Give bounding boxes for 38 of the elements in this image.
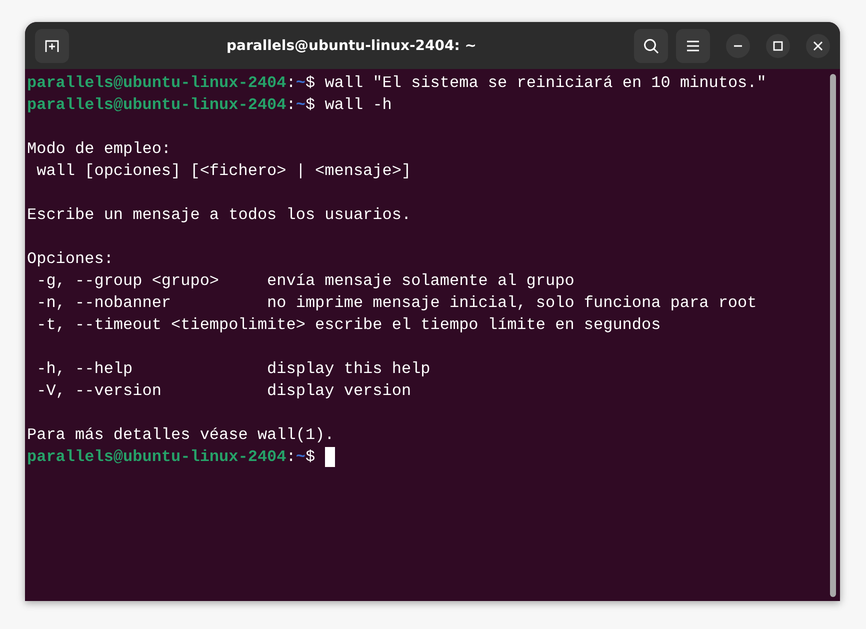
prompt-user-host: parallels@ubuntu-linux-2404 bbox=[27, 73, 286, 94]
search-button[interactable] bbox=[634, 28, 668, 62]
output-text: Modo de empleo: bbox=[27, 139, 172, 160]
menu-icon bbox=[686, 40, 700, 52]
prompt-symbol: $ bbox=[305, 447, 316, 468]
close-button[interactable] bbox=[806, 34, 830, 58]
maximize-button[interactable] bbox=[766, 34, 790, 58]
menu-button[interactable] bbox=[676, 28, 710, 62]
minimize-button[interactable] bbox=[726, 34, 750, 58]
prompt-separator: : bbox=[286, 447, 296, 468]
output-text: wall [opciones] [<fichero> | <mensaje>] bbox=[36, 161, 412, 182]
maximize-icon bbox=[773, 40, 783, 50]
prompt-user-host: parallels@ubuntu-linux-2404 bbox=[27, 447, 286, 468]
command-text: wall "El sistema se reiniciará en 10 minutos." bbox=[324, 73, 766, 94]
output-text: -t, --timeout <tiempolimite> escribe el tiempo límite en segundos bbox=[36, 315, 661, 336]
output-text: Escribe un mensaje a todos los usuarios. bbox=[27, 205, 412, 226]
output-text: Para más detalles véase wall(1). bbox=[27, 425, 334, 446]
new-tab-icon bbox=[44, 38, 60, 52]
minimize-icon bbox=[733, 44, 743, 46]
prompt-separator: : bbox=[286, 95, 296, 116]
output-text: -g, --group <grupo> envía mensaje solamente al grupo bbox=[36, 271, 574, 292]
prompt-user-host: parallels@ubuntu-linux-2404 bbox=[27, 95, 286, 116]
window-title: parallels@ubuntu-linux-2404: ~ bbox=[226, 38, 478, 54]
output-text: Opciones: bbox=[27, 249, 114, 270]
scrollbar[interactable] bbox=[830, 74, 836, 597]
prompt-symbol: $ bbox=[305, 73, 316, 94]
prompt-path: ~ bbox=[296, 447, 306, 468]
close-icon bbox=[813, 40, 823, 50]
prompt-path: ~ bbox=[296, 73, 306, 94]
prompt-path: ~ bbox=[296, 95, 306, 116]
search-icon bbox=[643, 38, 659, 54]
prompt-symbol: $ bbox=[305, 95, 316, 116]
command-text: wall -h bbox=[324, 95, 392, 116]
output-text: -V, --version display version bbox=[36, 381, 412, 402]
output-text: -h, --help display this help bbox=[36, 359, 430, 380]
new-tab-button[interactable] bbox=[35, 28, 69, 62]
prompt-separator: : bbox=[286, 73, 296, 94]
output-text: -n, --nobanner no imprime mensaje inicial, solo funciona para root bbox=[36, 293, 757, 314]
